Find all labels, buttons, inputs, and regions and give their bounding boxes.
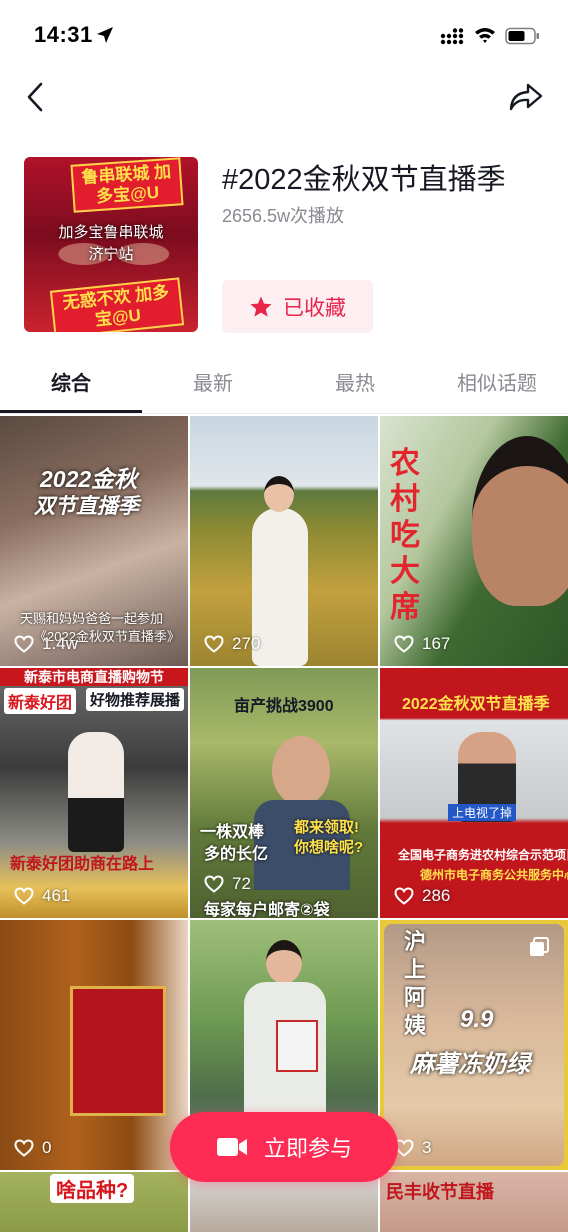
- person-head: [264, 476, 294, 512]
- video-card[interactable]: 亩产挑战3900 一株双棒 多的长亿 都来领取! 你想啥呢? 每家每户邮寄②袋 …: [190, 668, 378, 918]
- tab-latest[interactable]: 最新: [142, 360, 284, 414]
- video-caption: 一株双棒: [200, 824, 265, 841]
- video-card[interactable]: 民丰收节直播: [380, 1172, 568, 1232]
- chevron-left-icon: [27, 82, 43, 112]
- tab-active-indicator: [0, 410, 142, 413]
- like-count-value: 0: [42, 1138, 52, 1157]
- video-card[interactable]: 沪上阿姨 9.9 麻薯冻奶绿 3: [380, 920, 568, 1170]
- video-caption: 沪上阿姨: [404, 929, 427, 1038]
- product-box: [276, 1020, 318, 1072]
- video-caption: 你想啥呢?: [294, 839, 364, 856]
- cover-mid-text: 加多宝鲁串联城 济宁站: [24, 221, 198, 265]
- video-caption: 新泰好团助商在路上: [10, 856, 155, 873]
- person-face: [472, 436, 568, 606]
- heart-icon: [14, 887, 34, 905]
- wifi-icon: [475, 28, 495, 43]
- video-caption: 每家每户邮寄②袋: [204, 902, 330, 918]
- tab-hottest[interactable]: 最热: [284, 360, 426, 414]
- video-caption: 9.9: [460, 1006, 494, 1033]
- video-caption: 德州市电子商务公共服务中心: [420, 868, 568, 882]
- video-caption: 双节直播季: [34, 495, 139, 518]
- status-bar: 14:31: [0, 0, 568, 72]
- video-card[interactable]: 啥品种?: [0, 1172, 188, 1232]
- video-caption: 啥品种?: [50, 1174, 135, 1203]
- heart-icon: [14, 1139, 34, 1157]
- share-button[interactable]: [506, 80, 546, 114]
- back-button[interactable]: [20, 80, 50, 114]
- join-label: 立即参与: [263, 1136, 352, 1161]
- share-arrow-icon: [509, 83, 543, 111]
- video-caption: 亩产挑战3900: [234, 698, 334, 715]
- topic-cover-image: 鲁串联城 加多宝@U 加多宝鲁串联城 济宁站 无惑不欢 加多宝@U: [24, 157, 198, 332]
- video-card[interactable]: 2022金秋双节直播季 上电视了掉 全国电子商务进农村综合示范项目 德州市电子商…: [380, 668, 568, 918]
- cover-mid-line-2: 济宁站: [88, 245, 134, 263]
- heart-icon: [14, 635, 34, 653]
- tab-bar: 综合 最新 最热 相似话题: [0, 360, 568, 414]
- like-count-value: 167: [422, 634, 451, 653]
- video-caption: 好物推荐展播: [86, 688, 185, 711]
- play-count: 2656.5w次播放: [222, 206, 345, 226]
- video-caption: 多的长亿: [204, 846, 269, 863]
- topic-title: #2022金秋双节直播季: [222, 164, 506, 196]
- video-caption: 民丰收节直播: [386, 1182, 494, 1202]
- video-caption: 都来领取!: [294, 819, 359, 836]
- like-count: 270: [204, 634, 260, 654]
- video-caption: 农村吃大席: [390, 447, 420, 624]
- location-arrow-icon: [97, 27, 113, 43]
- video-caption: 2022金秋: [40, 466, 138, 492]
- like-count-value: 72: [232, 874, 251, 893]
- collect-button[interactable]: 已收藏: [222, 280, 373, 333]
- tab-comprehensive[interactable]: 综合: [0, 360, 142, 414]
- bottle-label: [70, 986, 166, 1116]
- video-card[interactable]: 农村吃大席 167: [380, 416, 568, 666]
- video-caption: 新泰好团: [4, 688, 77, 714]
- video-card[interactable]: 2022金秋 双节直播季 天赐和妈妈爸爸一起参加 《2022金秋双节直播季》 1…: [0, 416, 188, 666]
- like-count: 167: [394, 634, 450, 654]
- video-card[interactable]: 270: [190, 416, 378, 666]
- star-icon: [250, 296, 272, 317]
- heart-icon: [394, 887, 414, 905]
- status-time: 14:31: [34, 22, 93, 47]
- cover-bottom-text: 无惑不欢 加多宝@U: [49, 277, 185, 332]
- like-count-value: 286: [422, 886, 451, 905]
- like-count: 72: [204, 874, 251, 894]
- video-caption: 全国电子商务进农村综合示范项目: [398, 848, 568, 862]
- video-camera-icon: [216, 1138, 247, 1156]
- video-caption: 2022金秋双节直播季: [402, 696, 550, 713]
- topic-page: 14:31 鲁串联城 加多宝@U 加多宝鲁串联城 济宁站 无惑不欢 加多宝@U …: [0, 0, 568, 1232]
- battery-icon: [505, 27, 539, 45]
- video-banner: 新泰市电商直播购物节: [0, 668, 188, 686]
- like-count: 3: [394, 1138, 431, 1158]
- join-button[interactable]: 立即参与: [170, 1112, 398, 1182]
- video-caption: 麻薯冻奶绿: [410, 1051, 530, 1078]
- cover-mid-line-1: 加多宝鲁串联城: [58, 223, 164, 241]
- cellular-signal-icon: [440, 28, 464, 45]
- cover-top-text: 鲁串联城 加多宝@U: [70, 157, 184, 213]
- like-count: 461: [14, 886, 70, 906]
- like-count-value: 3: [422, 1138, 432, 1157]
- video-subtitle: 天赐和妈妈爸爸一起参加: [20, 611, 164, 626]
- person-figure: [68, 732, 124, 852]
- like-count-value: 270: [232, 634, 261, 653]
- tab-similar-topics[interactable]: 相似话题: [426, 360, 568, 414]
- like-count: 286: [394, 886, 450, 906]
- video-card[interactable]: 新泰市电商直播购物节 新泰好团 好物推荐展播 新泰好团助商在路上 461: [0, 668, 188, 918]
- video-caption: 上电视了掉: [448, 804, 517, 821]
- like-count: 0: [14, 1138, 51, 1158]
- video-card[interactable]: 0: [0, 920, 188, 1170]
- person-head: [266, 940, 302, 984]
- person-figure: [252, 508, 308, 666]
- person-head: [272, 736, 330, 806]
- like-count: 1.4w: [14, 634, 78, 654]
- like-count-value: 1.4w: [42, 634, 78, 653]
- multi-image-icon: [530, 937, 549, 956]
- heart-icon: [394, 635, 414, 653]
- collect-label: 已收藏: [283, 296, 346, 320]
- heart-icon: [204, 635, 224, 653]
- video-grid: 2022金秋 双节直播季 天赐和妈妈爸爸一起参加 《2022金秋双节直播季》 1…: [0, 416, 568, 1232]
- like-count-value: 461: [42, 886, 71, 905]
- heart-icon: [204, 875, 224, 893]
